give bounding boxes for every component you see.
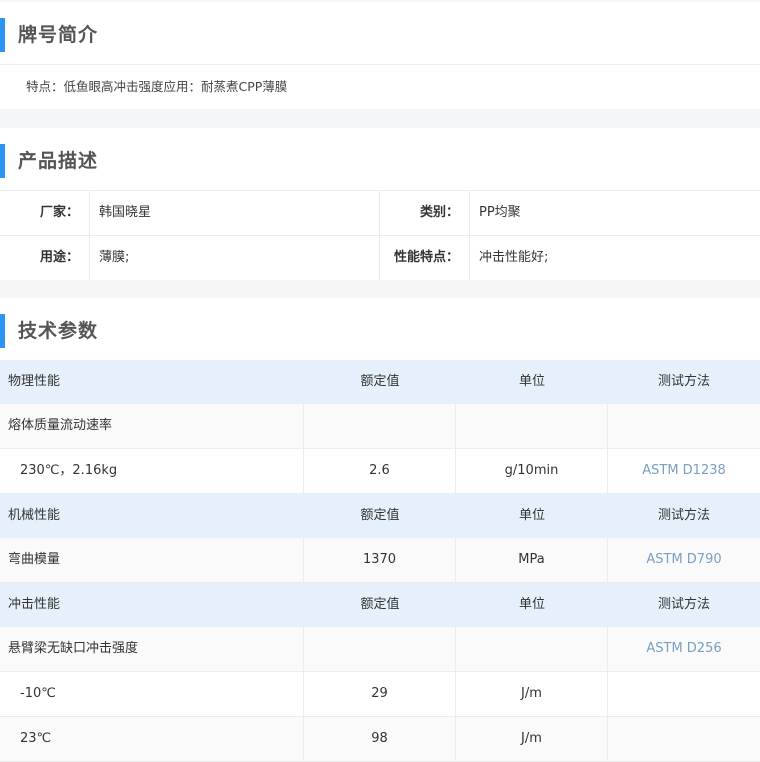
desc-value: 冲击性能好; <box>479 250 549 265</box>
test-method-link[interactable]: ASTM D1238 <box>608 449 760 493</box>
column-header-value: 额定值 <box>360 597 400 612</box>
table-row: 熔体质量流动速率 <box>0 404 760 449</box>
column-header-value: 额定值 <box>360 508 400 523</box>
property-value: 98 <box>304 717 456 761</box>
table-group-header: 机械性能 额定值 单位 测试方法 <box>0 494 760 538</box>
property-value: 2.6 <box>304 449 456 493</box>
column-header-unit: 单位 <box>518 597 545 612</box>
desc-value: PP均聚 <box>479 205 521 220</box>
product-desc-section: 产品描述 厂家： 韩国晓星 类别： PP均聚 用途： 薄膜; 性能特点： 冲击性… <box>0 128 760 280</box>
tech-params-header: 技术参数 <box>0 298 760 360</box>
group-title: 机械性能 <box>8 508 61 523</box>
desc-value: 薄膜; <box>90 236 380 280</box>
table-row: 弯曲模量 1370 MPa ASTM D790 <box>0 538 760 583</box>
desc-label: 性能特点： <box>380 236 470 280</box>
property-unit: g/10min <box>456 449 608 493</box>
section-accent-bar <box>0 144 5 178</box>
section-accent-bar <box>0 18 5 52</box>
property-value <box>304 404 456 448</box>
column-header-method: 测试方法 <box>657 374 710 389</box>
column-header-unit: 单位 <box>518 374 545 389</box>
property-condition: 230℃，2.16kg <box>0 449 304 493</box>
tech-params-section: 技术参数 物理性能 额定值 单位 测试方法 熔体质量流动速率 230℃，2.16… <box>0 298 760 762</box>
property-name: 悬臂梁无缺口冲击强度 <box>0 627 304 671</box>
property-condition: 23℃ <box>0 717 304 761</box>
brand-intro-text: 特点：低鱼眼高冲击强度应用：耐蒸煮CPP薄膜 <box>26 79 288 94</box>
test-method-link[interactable] <box>608 672 760 716</box>
test-method-link[interactable]: ASTM D790 <box>608 538 760 582</box>
property-value: 29 <box>304 672 456 716</box>
table-row: 悬臂梁无缺口冲击强度 ASTM D256 <box>0 627 760 672</box>
product-desc-title: 产品描述 <box>18 150 99 172</box>
section-accent-bar <box>0 314 5 348</box>
column-header-method: 测试方法 <box>657 508 710 523</box>
tech-params-title: 技术参数 <box>18 320 99 342</box>
property-condition: -10℃ <box>0 672 304 716</box>
group-title: 冲击性能 <box>8 597 61 612</box>
group-title: 物理性能 <box>8 374 61 389</box>
table-row: -10℃ 29 J/m <box>0 672 760 717</box>
property-unit <box>456 404 608 448</box>
desc-value: 韩国晓星 <box>90 191 380 235</box>
product-desc-header: 产品描述 <box>0 128 760 191</box>
desc-row: 用途： 薄膜; 性能特点： 冲击性能好; <box>0 236 760 280</box>
test-method-link[interactable] <box>608 717 760 761</box>
table-row: 230℃，2.16kg 2.6 g/10min ASTM D1238 <box>0 449 760 494</box>
brand-intro-section: 牌号简介 特点：低鱼眼高冲击强度应用：耐蒸煮CPP薄膜 <box>0 2 760 109</box>
property-value <box>304 627 456 671</box>
test-method-link[interactable]: ASTM D256 <box>608 627 760 671</box>
desc-row: 厂家： 韩国晓星 类别： PP均聚 <box>0 191 760 236</box>
table-group-header: 冲击性能 额定值 单位 测试方法 <box>0 583 760 627</box>
column-header-value: 额定值 <box>360 374 400 389</box>
brand-intro-header: 牌号简介 <box>0 2 760 65</box>
brand-intro-title: 牌号简介 <box>18 24 99 46</box>
property-value: 1370 <box>304 538 456 582</box>
property-unit: J/m <box>456 717 608 761</box>
column-header-method: 测试方法 <box>657 597 710 612</box>
property-unit <box>456 627 608 671</box>
table-group-header: 物理性能 额定值 单位 测试方法 <box>0 360 760 404</box>
test-method-link[interactable] <box>608 404 760 448</box>
property-unit: MPa <box>456 538 608 582</box>
desc-label: 厂家： <box>0 191 90 235</box>
column-header-unit: 单位 <box>518 508 545 523</box>
property-name: 弯曲模量 <box>0 538 304 582</box>
desc-label: 用途： <box>0 236 90 280</box>
table-row: 23℃ 98 J/m <box>0 717 760 762</box>
desc-label: 类别： <box>380 191 470 235</box>
property-unit: J/m <box>456 672 608 716</box>
property-name: 熔体质量流动速率 <box>0 404 304 448</box>
